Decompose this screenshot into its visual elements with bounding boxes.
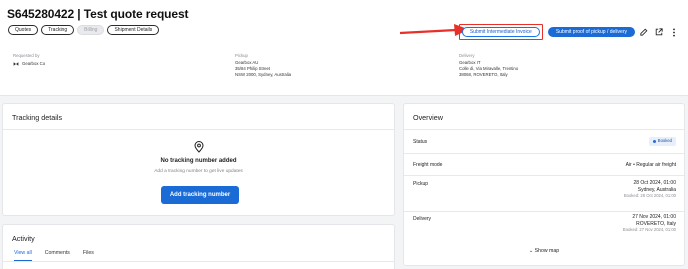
requested-by-company: Gearbox Co [13, 61, 45, 67]
activity-tab-files[interactable]: Files [83, 250, 94, 261]
shipment-header: S645280422 | Test quote request Quotes T… [0, 0, 688, 96]
overview-title: Overview [413, 113, 443, 122]
submit-intermediate-invoice-button[interactable]: Submit Intermediate Invoice [461, 27, 540, 37]
pickup-line-3: NSW 2000, Sydney, Australia [235, 72, 292, 77]
activity-tabs: View all Comments Files [14, 250, 94, 261]
tracking-details-card: Tracking details No tracking number adde… [2, 103, 395, 216]
activity-tab-comments[interactable]: Comments [45, 250, 70, 261]
activity-tab-view-all[interactable]: View all [14, 250, 32, 261]
no-tracking-subtitle: Add a tracking number to get live update… [154, 169, 243, 174]
delivery-line-3: 38068, ROVERETO, Italy [459, 72, 508, 77]
status-value: Booked [657, 138, 672, 143]
freight-mode-value: Air • Regular air freight [625, 162, 676, 168]
company-logo-icon [13, 62, 19, 66]
requested-by-label: Requested by [13, 53, 40, 58]
status-badge: Booked [648, 137, 676, 146]
pickup-address-block: Pickup Gearbox AU 35/84 Philip Street NS… [235, 53, 291, 78]
divider [3, 129, 394, 130]
delivery-booked: Booked: 27 Nov 2024, 01:00 [622, 227, 676, 232]
status-dot-icon [652, 139, 656, 143]
no-tracking-title: No tracking number added [160, 158, 237, 164]
status-label: Status [413, 139, 428, 145]
location-pin-icon [194, 141, 204, 153]
tab-quotes[interactable]: Quotes [8, 25, 39, 35]
delivery-label: Delivery [413, 216, 432, 222]
overview-row-delivery: Delivery 27 Nov 2024, 01:00 ROVERETO, It… [404, 211, 684, 244]
pickup-details: 28 Oct 2024, 01:00 Sydney, Australia Boo… [624, 180, 676, 200]
overview-card: Overview Status Booked Freight mode Air … [403, 103, 685, 266]
overview-row-status: Status Booked [404, 129, 684, 153]
tab-shipment-details[interactable]: Shipment Details [107, 25, 160, 35]
activity-title: Activity [12, 234, 35, 243]
more-options-icon[interactable] [668, 26, 680, 38]
open-external-icon[interactable] [653, 26, 665, 38]
edit-icon[interactable] [638, 26, 650, 38]
activity-card: Activity View all Comments Files [2, 224, 395, 269]
highlight-box: Submit Intermediate Invoice [458, 24, 543, 40]
add-tracking-number-button[interactable]: Add tracking number [161, 186, 239, 204]
show-map-label: Show map [534, 248, 560, 254]
tab-billing: Billing [77, 25, 105, 35]
shipment-tabs: Quotes Tracking Billing Shipment Details [8, 25, 160, 35]
delivery-details: 27 Nov 2024, 01:00 ROVERETO, Italy Booke… [623, 214, 676, 234]
divider [3, 261, 394, 262]
pickup-booked: Booked: 28 Oct 2024, 01:00 [623, 193, 676, 198]
show-map-toggle[interactable]: ⌄ Show map [404, 248, 684, 254]
requested-by-block: Requested by Gearbox Co [13, 53, 45, 67]
company-name: Gearbox Co [22, 61, 46, 66]
pickup-label: Pickup [235, 53, 248, 58]
overview-row-freight: Freight mode Air • Regular air freight [404, 153, 684, 175]
chevron-down-icon: ⌄ [528, 248, 534, 254]
freight-mode-label: Freight mode [413, 162, 443, 168]
tracking-title: Tracking details [12, 113, 63, 122]
delivery-address-block: Delivery Gearbox IT Colle di, Via Mirava… [459, 53, 518, 78]
overview-row-pickup: Pickup 28 Oct 2024, 01:00 Sydney, Austra… [404, 175, 684, 211]
pickup-label: Pickup [413, 181, 429, 187]
page-title: S645280422 | Test quote request [7, 7, 189, 21]
submit-proof-of-pickup-button[interactable]: Submit proof of pickup / delivery [547, 27, 635, 37]
delivery-label: Delivery [459, 53, 475, 58]
tab-tracking[interactable]: Tracking [41, 25, 75, 35]
header-actions: Submit Intermediate Invoice Submit proof… [458, 24, 680, 40]
